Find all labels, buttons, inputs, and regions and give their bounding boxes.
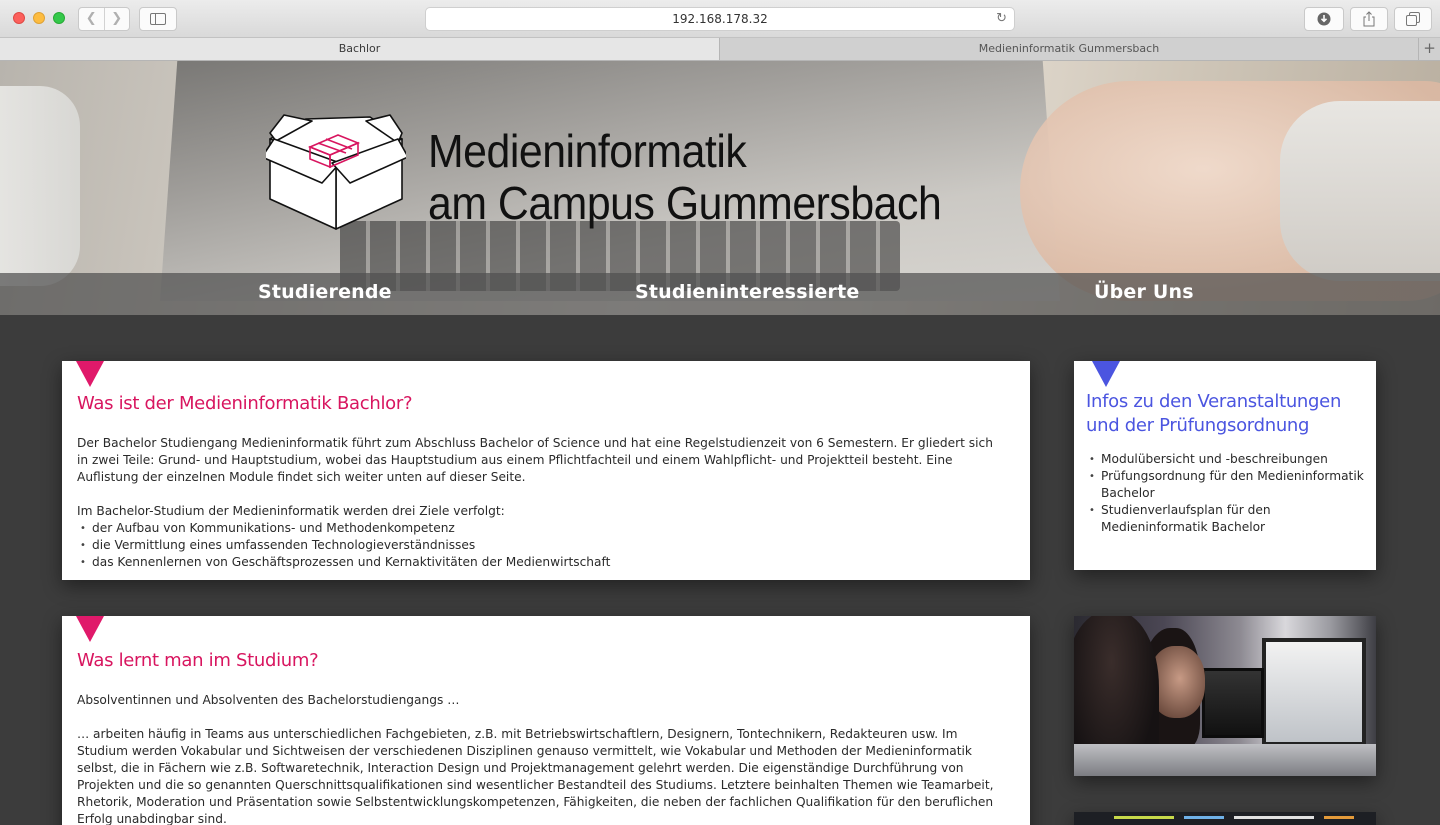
share-button[interactable] xyxy=(1350,7,1388,31)
intro-goals-list: der Aufbau von Kommunikations- und Metho… xyxy=(77,520,1007,571)
hero-banner: Medieninformatik am Campus Gummersbach S… xyxy=(0,61,1440,315)
info-link-exam-regulations[interactable]: Prüfungsordnung für den Medieninformatik… xyxy=(1086,468,1366,502)
download-icon xyxy=(1317,12,1331,26)
sidebar-button[interactable] xyxy=(139,7,177,31)
box-logo-icon xyxy=(266,114,406,230)
intro-goals-lead: Im Bachelor-Studium der Medieninformatik… xyxy=(77,504,505,518)
info-link-modules[interactable]: Modulübersicht und -beschreibungen xyxy=(1086,451,1366,468)
reload-icon[interactable]: ↻ xyxy=(996,8,1007,30)
address-bar[interactable]: 192.168.178.32 ↻ xyxy=(425,7,1015,31)
site-title-line1: Medieninformatik xyxy=(428,125,747,177)
students-photo xyxy=(1074,616,1376,776)
info-link-study-plan[interactable]: Studienverlaufsplan für den Medieninform… xyxy=(1086,502,1366,536)
photo-monitor xyxy=(1262,638,1366,746)
close-window-button[interactable] xyxy=(13,12,25,24)
study-paragraph: … arbeiten häufig in Teams aus unterschi… xyxy=(77,727,994,825)
zoom-window-button[interactable] xyxy=(53,12,65,24)
photo-monitor-dark xyxy=(1202,668,1264,738)
address-text: 192.168.178.32 xyxy=(672,12,768,26)
nav-link-ueber-uns[interactable]: Über Uns xyxy=(1094,281,1194,303)
pink-flag-icon xyxy=(76,361,104,387)
info-links: Modulübersicht und -beschreibungen Prüfu… xyxy=(1086,451,1366,536)
chevron-left-icon[interactable]: ❮ xyxy=(79,8,105,30)
tab-medieninformatik-gummersbach[interactable]: Medieninformatik Gummersbach xyxy=(720,38,1418,60)
site-title-line2: am Campus Gummersbach xyxy=(428,177,942,229)
sidebar-icon xyxy=(150,13,166,25)
history-nav: ❮ ❯ xyxy=(78,7,130,31)
browser-toolbar: ❮ ❯ 192.168.178.32 ↻ xyxy=(0,0,1440,38)
share-icon xyxy=(1363,11,1375,27)
nav-link-studierende[interactable]: Studierende xyxy=(258,281,392,303)
intro-title: Was ist der Medieninformatik Bachlor? xyxy=(77,393,413,414)
list-item: die Vermittlung eines umfassenden Techno… xyxy=(77,537,1007,554)
study-card: Was lernt man im Studium? Absolventinnen… xyxy=(62,616,1030,825)
hero-photo-sleeve xyxy=(1280,101,1440,281)
tab-bachlor[interactable]: Bachlor xyxy=(0,38,720,60)
minimize-window-button[interactable] xyxy=(33,12,45,24)
blue-flag-icon xyxy=(1092,361,1120,387)
main-nav: Studierende Studieninteressierte Über Un… xyxy=(0,273,1440,315)
tabs-overview-icon xyxy=(1406,12,1420,26)
site-title: Medieninformatik am Campus Gummersbach xyxy=(428,125,942,229)
nav-link-studieninteressierte[interactable]: Studieninteressierte xyxy=(635,281,859,303)
photo-desk xyxy=(1074,744,1376,776)
list-item: das Kennenlernen von Geschäftsprozessen … xyxy=(77,554,1007,571)
info-card: Infos zu den Veranstaltungen und der Prü… xyxy=(1074,361,1376,570)
chevron-right-icon[interactable]: ❯ xyxy=(105,8,130,30)
hero-photo-mug xyxy=(0,86,80,286)
code-photo xyxy=(1074,812,1376,825)
pink-flag-icon xyxy=(76,616,104,642)
plus-icon[interactable]: + xyxy=(1418,38,1440,60)
downloads-button[interactable] xyxy=(1304,7,1344,31)
info-title: Infos zu den Veranstaltungen und der Prü… xyxy=(1086,391,1342,436)
intro-paragraph: Der Bachelor Studiengang Medieninformati… xyxy=(77,436,993,484)
tab-bar: Bachlor Medieninformatik Gummersbach + xyxy=(0,38,1440,61)
tabs-overview-button[interactable] xyxy=(1394,7,1432,31)
study-lead: Absolventinnen und Absolventen des Bache… xyxy=(77,693,460,707)
intro-card: Was ist der Medieninformatik Bachlor? De… xyxy=(62,361,1030,580)
list-item: der Aufbau von Kommunikations- und Metho… xyxy=(77,520,1007,537)
study-title: Was lernt man im Studium? xyxy=(77,650,319,671)
